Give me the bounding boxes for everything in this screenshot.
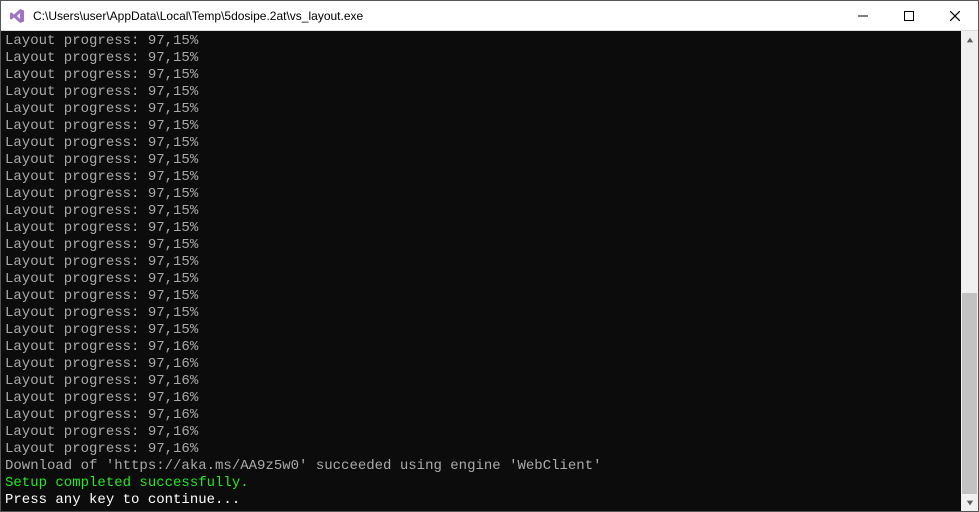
visual-studio-icon	[9, 8, 25, 24]
terminal-line: Layout progress: 97,15%	[5, 118, 957, 135]
terminal-line: Download of 'https://aka.ms/AA9z5w0' suc…	[5, 458, 957, 475]
terminal-line: Layout progress: 97,16%	[5, 441, 957, 458]
minimize-button[interactable]	[840, 1, 886, 30]
maximize-button[interactable]	[886, 1, 932, 30]
terminal-line: Layout progress: 97,15%	[5, 237, 957, 254]
terminal-line: Layout progress: 97,16%	[5, 339, 957, 356]
terminal-line: Layout progress: 97,15%	[5, 271, 957, 288]
titlebar[interactable]: C:\Users\user\AppData\Local\Temp\5dosipe…	[1, 1, 978, 31]
terminal-line: Layout progress: 97,15%	[5, 322, 957, 339]
terminal-line: Layout progress: 97,16%	[5, 356, 957, 373]
terminal-line: Layout progress: 97,15%	[5, 220, 957, 237]
terminal-line: Layout progress: 97,16%	[5, 373, 957, 390]
terminal-line: Layout progress: 97,15%	[5, 135, 957, 152]
console-window: C:\Users\user\AppData\Local\Temp\5dosipe…	[0, 0, 979, 512]
terminal-line: Layout progress: 97,15%	[5, 169, 957, 186]
terminal-line: Layout progress: 97,15%	[5, 186, 957, 203]
scroll-track[interactable]	[961, 48, 978, 494]
vertical-scrollbar[interactable]	[961, 31, 978, 511]
terminal-line: Layout progress: 97,15%	[5, 67, 957, 84]
window-controls	[840, 1, 978, 30]
scroll-thumb[interactable]	[962, 293, 977, 494]
terminal-line: Layout progress: 97,15%	[5, 33, 957, 50]
terminal-line: Layout progress: 97,15%	[5, 254, 957, 271]
terminal-line: Layout progress: 97,15%	[5, 288, 957, 305]
close-button[interactable]	[932, 1, 978, 30]
terminal-line: Layout progress: 97,15%	[5, 50, 957, 67]
terminal-area: Layout progress: 97,15%Layout progress: …	[1, 31, 978, 511]
terminal-line: Press any key to continue...	[5, 492, 957, 509]
terminal-line: Layout progress: 97,16%	[5, 407, 957, 424]
scroll-up-button[interactable]	[961, 31, 978, 48]
scroll-down-button[interactable]	[961, 494, 978, 511]
terminal-line: Layout progress: 97,16%	[5, 390, 957, 407]
terminal-line: Layout progress: 97,15%	[5, 101, 957, 118]
terminal-line: Layout progress: 97,15%	[5, 84, 957, 101]
terminal-line: Setup completed successfully.	[5, 475, 957, 492]
terminal-line: Layout progress: 97,15%	[5, 305, 957, 322]
terminal-line: Layout progress: 97,15%	[5, 203, 957, 220]
terminal-output[interactable]: Layout progress: 97,15%Layout progress: …	[1, 31, 961, 511]
window-title: C:\Users\user\AppData\Local\Temp\5dosipe…	[33, 9, 840, 23]
terminal-line: Layout progress: 97,16%	[5, 424, 957, 441]
terminal-line: Layout progress: 97,15%	[5, 152, 957, 169]
